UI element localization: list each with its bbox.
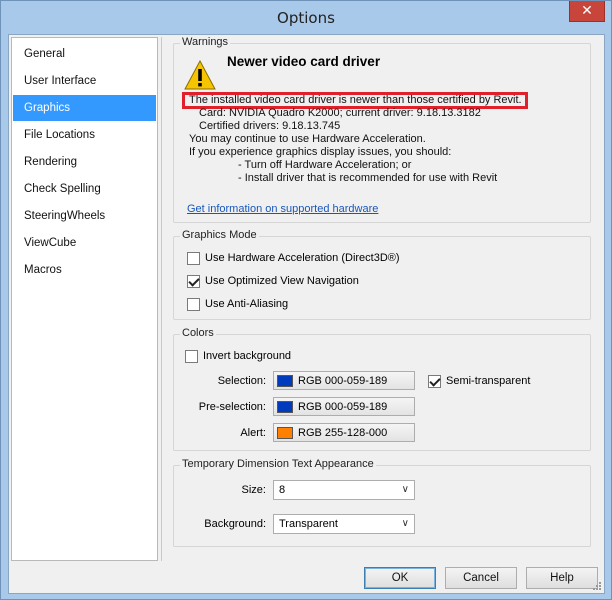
cancel-button[interactable]: Cancel bbox=[445, 567, 517, 589]
supported-hardware-link[interactable]: Get information on supported hardware bbox=[187, 203, 378, 215]
preselection-color-button[interactable]: RGB 000-059-189 bbox=[273, 397, 415, 416]
options-dialog: Options ✕ General User Interface Graphic… bbox=[0, 0, 612, 600]
anti-aliasing-option[interactable]: Use Anti-Aliasing bbox=[187, 296, 288, 312]
alert-color-label: Alert: bbox=[240, 427, 266, 439]
semi-transparent-label: Semi-transparent bbox=[446, 375, 531, 387]
nav-item-user-interface[interactable]: User Interface bbox=[13, 68, 156, 94]
nav-item-rendering[interactable]: Rendering bbox=[13, 149, 156, 175]
nav-item-macros[interactable]: Macros bbox=[13, 257, 156, 283]
nav-item-file-locations[interactable]: File Locations bbox=[13, 122, 156, 148]
semi-transparent-checkbox[interactable] bbox=[428, 374, 441, 388]
warning-line-card: Card: NVIDIA Quadro K2000; current drive… bbox=[199, 107, 481, 119]
warnings-group-label: Warnings bbox=[180, 36, 231, 48]
colors-group-label: Colors bbox=[180, 327, 216, 339]
background-dropdown-value: Transparent bbox=[279, 518, 338, 530]
background-label: Background: bbox=[204, 518, 266, 530]
size-label: Size: bbox=[241, 484, 266, 496]
nav-item-check-spelling[interactable]: Check Spelling bbox=[13, 176, 156, 202]
dialog-footer: OK Cancel Help bbox=[9, 563, 604, 593]
graphics-settings-pane: Warnings Newer video card driver The ins… bbox=[161, 36, 602, 561]
temp-dimension-group-label: Temporary Dimension Text Appearance bbox=[180, 458, 376, 470]
anti-aliasing-checkbox[interactable] bbox=[187, 297, 200, 311]
close-button[interactable]: ✕ bbox=[569, 1, 605, 22]
dialog-client-area: General User Interface Graphics File Loc… bbox=[8, 34, 605, 594]
nav-item-steeringwheels[interactable]: SteeringWheels bbox=[13, 203, 156, 229]
resize-grip-icon[interactable] bbox=[592, 581, 602, 591]
optimized-navigation-option[interactable]: Use Optimized View Navigation bbox=[187, 273, 359, 289]
ok-button[interactable]: OK bbox=[364, 567, 436, 589]
graphics-mode-group: Graphics Mode Use Hardware Acceleration … bbox=[173, 229, 591, 320]
preselection-color-value: RGB 000-059-189 bbox=[298, 400, 388, 413]
anti-aliasing-label: Use Anti-Aliasing bbox=[205, 298, 289, 310]
invert-background-option[interactable]: Invert background bbox=[185, 348, 291, 364]
size-dropdown[interactable]: 8 ∨ bbox=[273, 480, 415, 500]
alert-color-value: RGB 255-128-000 bbox=[298, 426, 388, 439]
alert-color-button[interactable]: RGB 255-128-000 bbox=[273, 423, 415, 442]
graphics-mode-group-label: Graphics Mode bbox=[180, 229, 259, 241]
nav-item-general[interactable]: General bbox=[13, 41, 156, 67]
background-dropdown[interactable]: Transparent ∨ bbox=[273, 514, 415, 534]
warnings-group: Warnings Newer video card driver The ins… bbox=[173, 36, 591, 223]
title-bar[interactable]: Options ✕ bbox=[1, 1, 611, 34]
preselection-color-label: Pre-selection: bbox=[198, 401, 266, 413]
selection-color-button[interactable]: RGB 000-059-189 bbox=[273, 371, 415, 390]
help-button[interactable]: Help bbox=[526, 567, 598, 589]
alert-color-swatch bbox=[277, 426, 293, 439]
optimized-navigation-checkbox[interactable] bbox=[187, 274, 200, 288]
warning-option-install: - Install driver that is recommended for… bbox=[238, 172, 498, 184]
warning-line-certified: Certified drivers: 9.18.13.745 bbox=[199, 120, 341, 132]
semi-transparent-option[interactable]: Semi-transparent bbox=[428, 373, 530, 389]
selection-color-label: Selection: bbox=[217, 375, 266, 387]
optimized-navigation-label: Use Optimized View Navigation bbox=[205, 275, 359, 287]
warning-triangle-icon bbox=[184, 60, 216, 90]
selection-color-value: RGB 000-059-189 bbox=[298, 374, 388, 387]
size-dropdown-value: 8 bbox=[279, 484, 286, 496]
warning-line-continue: You may continue to use Hardware Acceler… bbox=[189, 133, 426, 145]
hardware-acceleration-checkbox[interactable] bbox=[187, 251, 200, 265]
warning-option-turn-off: - Turn off Hardware Acceleration; or bbox=[238, 159, 412, 171]
warning-line-newer-driver: The installed video card driver is newer… bbox=[189, 94, 522, 106]
invert-background-label: Invert background bbox=[203, 350, 292, 362]
preselection-color-swatch bbox=[277, 400, 293, 413]
hardware-acceleration-label: Use Hardware Acceleration (Direct3D®) bbox=[205, 252, 400, 264]
nav-item-graphics[interactable]: Graphics bbox=[13, 95, 156, 121]
options-category-list: General User Interface Graphics File Loc… bbox=[11, 37, 158, 561]
window-title: Options bbox=[277, 9, 335, 27]
chevron-down-icon: ∨ bbox=[401, 518, 409, 529]
chevron-down-icon: ∨ bbox=[401, 484, 409, 495]
invert-background-checkbox[interactable] bbox=[185, 349, 198, 363]
colors-group: Colors Invert background Selection: RGB … bbox=[173, 327, 591, 451]
warning-line-issues: If you experience graphics display issue… bbox=[189, 146, 452, 158]
warning-title: Newer video card driver bbox=[227, 54, 381, 69]
selection-color-swatch bbox=[277, 374, 293, 387]
nav-item-viewcube[interactable]: ViewCube bbox=[13, 230, 156, 256]
hardware-acceleration-option[interactable]: Use Hardware Acceleration (Direct3D®) bbox=[187, 250, 400, 266]
temp-dimension-group: Temporary Dimension Text Appearance Size… bbox=[173, 458, 591, 547]
